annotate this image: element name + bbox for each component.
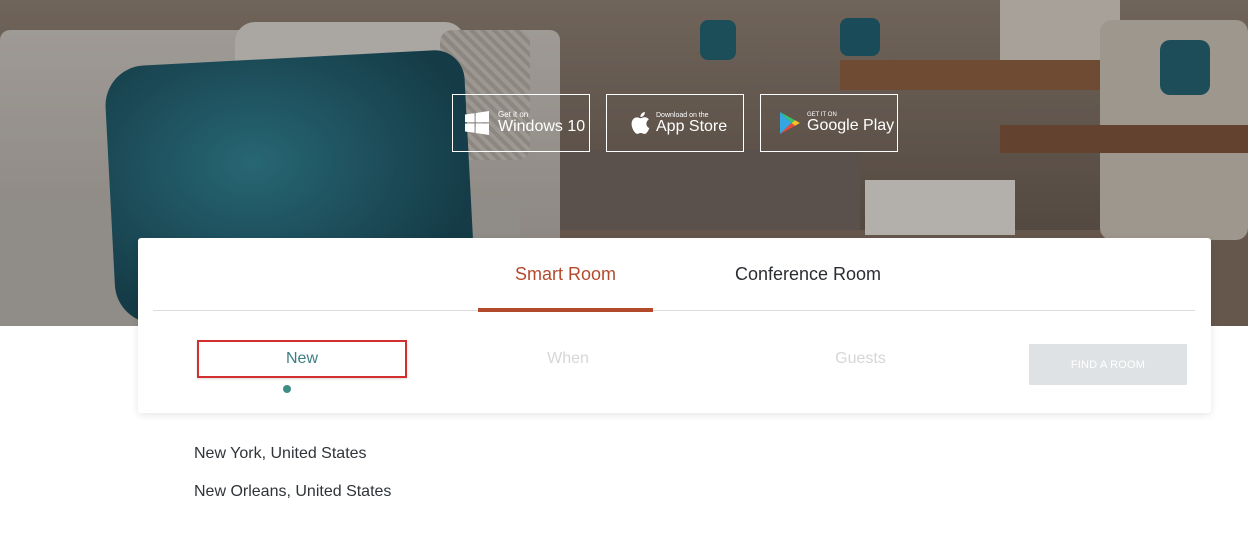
tab-label: Smart Room xyxy=(514,264,617,284)
find-a-room-button[interactable]: FIND A ROOM xyxy=(1029,344,1187,385)
badge-big-text: App Store xyxy=(656,117,728,135)
suggestion-item[interactable]: New Orleans, United States xyxy=(194,482,391,520)
suggestion-item[interactable]: New York, United States xyxy=(194,444,391,482)
tab-conference-room[interactable]: Conference Room xyxy=(708,238,908,311)
when-field[interactable]: When xyxy=(468,340,668,378)
page: Get it on Windows 10 Download on the App… xyxy=(0,0,1248,559)
guests-field[interactable]: Guests xyxy=(758,340,963,378)
google-play-badge[interactable]: GET IT ON Google Play xyxy=(760,94,898,152)
active-tab-indicator xyxy=(478,308,653,312)
where-input-value: New xyxy=(285,350,318,367)
badge-big-text: Windows 10 xyxy=(498,118,586,135)
app-store-badge[interactable]: Download on the App Store xyxy=(606,94,744,152)
badge-big-text: Google Play xyxy=(807,117,895,134)
where-input[interactable]: New xyxy=(197,340,407,378)
windows-logo-icon xyxy=(464,110,490,136)
tab-smart-room[interactable]: Smart Room xyxy=(478,238,653,312)
booking-card: Smart Room Conference Room New When Gues… xyxy=(138,238,1211,413)
windows-store-badge[interactable]: Get it on Windows 10 xyxy=(452,94,590,152)
tab-label: Conference Room xyxy=(734,264,882,284)
room-type-tabs: Smart Room Conference Room xyxy=(153,238,1195,312)
guests-placeholder: Guests xyxy=(835,350,886,367)
apple-logo-icon xyxy=(629,110,651,136)
when-placeholder: When xyxy=(547,350,589,367)
location-suggestions: New York, United States New Orleans, Uni… xyxy=(194,444,391,520)
google-play-logo-icon xyxy=(778,110,802,136)
active-field-dot xyxy=(283,385,291,393)
